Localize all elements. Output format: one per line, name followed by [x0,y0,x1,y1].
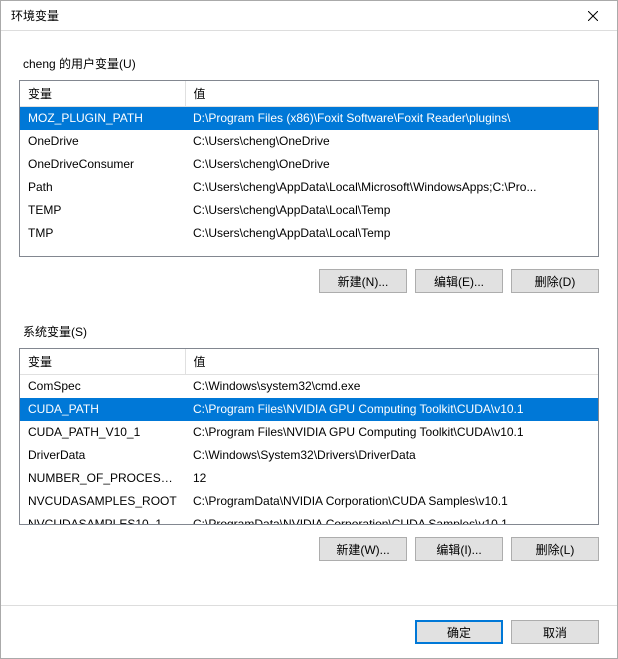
var-name-cell: NVCUDASAMPLES10_1_R... [20,513,185,524]
table-row[interactable]: TEMPC:\Users\cheng\AppData\Local\Temp [20,199,598,222]
var-name-cell: CUDA_PATH_V10_1 [20,421,185,444]
var-name-cell: OneDriveConsumer [20,153,185,176]
close-button[interactable] [570,2,615,30]
close-icon [588,11,598,21]
user-edit-button[interactable]: 编辑(E)... [415,269,503,293]
system-delete-button[interactable]: 删除(L) [511,537,599,561]
user-vars-scroll[interactable]: 变量 值 MOZ_PLUGIN_PATHD:\Program Files (x8… [20,81,598,256]
var-name-cell: DriverData [20,444,185,467]
col-header-val[interactable]: 值 [185,349,598,375]
var-name-cell: NUMBER_OF_PROCESSORS [20,467,185,490]
table-row[interactable]: NVCUDASAMPLES_ROOTC:\ProgramData\NVIDIA … [20,490,598,513]
table-header-row: 变量 值 [20,81,598,107]
var-name-cell: TEMP [20,199,185,222]
var-value-cell: C:\Program Files\NVIDIA GPU Computing To… [185,398,598,421]
var-value-cell: C:\Users\cheng\OneDrive [185,153,598,176]
var-name-cell: TMP [20,222,185,245]
var-name-cell: ComSpec [20,375,185,399]
var-value-cell: 12 [185,467,598,490]
system-vars-label: 系统变量(S) [23,323,599,340]
col-header-var[interactable]: 变量 [20,81,185,107]
table-row[interactable]: CUDA_PATHC:\Program Files\NVIDIA GPU Com… [20,398,598,421]
user-vars-label: cheng 的用户变量(U) [23,55,599,72]
col-header-var[interactable]: 变量 [20,349,185,375]
table-row[interactable]: NVCUDASAMPLES10_1_R...C:\ProgramData\NVI… [20,513,598,524]
system-vars-table-wrap: 变量 值 ComSpecC:\Windows\system32\cmd.exeC… [19,348,599,525]
col-header-val[interactable]: 值 [185,81,598,107]
user-vars-table-wrap: 变量 值 MOZ_PLUGIN_PATHD:\Program Files (x8… [19,80,599,257]
table-row[interactable]: ComSpecC:\Windows\system32\cmd.exe [20,375,598,399]
system-vars-table[interactable]: 变量 值 ComSpecC:\Windows\system32\cmd.exeC… [20,349,598,524]
ok-button[interactable]: 确定 [415,620,503,644]
system-edit-button[interactable]: 编辑(I)... [415,537,503,561]
var-value-cell: C:\Windows\system32\cmd.exe [185,375,598,399]
var-value-cell: C:\Users\cheng\AppData\Local\Microsoft\W… [185,176,598,199]
cancel-button[interactable]: 取消 [511,620,599,644]
user-vars-buttons: 新建(N)... 编辑(E)... 删除(D) [19,257,599,301]
var-name-cell: MOZ_PLUGIN_PATH [20,107,185,131]
var-value-cell: C:\Users\cheng\AppData\Local\Temp [185,199,598,222]
var-value-cell: C:\Program Files\NVIDIA GPU Computing To… [185,421,598,444]
var-name-cell: OneDrive [20,130,185,153]
user-new-button[interactable]: 新建(N)... [319,269,407,293]
table-row[interactable]: NUMBER_OF_PROCESSORS12 [20,467,598,490]
system-vars-section: 系统变量(S) 变量 值 ComSpecC:\Windows\system32\… [19,309,599,569]
user-vars-section: cheng 的用户变量(U) 变量 值 MOZ_PLUGIN_PATHD:\Pr… [19,41,599,301]
var-value-cell: C:\Windows\System32\Drivers\DriverData [185,444,598,467]
var-name-cell: CUDA_PATH [20,398,185,421]
var-value-cell: C:\ProgramData\NVIDIA Corporation\CUDA S… [185,513,598,524]
var-name-cell: NVCUDASAMPLES_ROOT [20,490,185,513]
system-vars-buttons: 新建(W)... 编辑(I)... 删除(L) [19,525,599,569]
table-header-row: 变量 值 [20,349,598,375]
table-row[interactable]: CUDA_PATH_V10_1C:\Program Files\NVIDIA G… [20,421,598,444]
dialog-footer: 确定 取消 [1,605,617,658]
var-value-cell: C:\ProgramData\NVIDIA Corporation\CUDA S… [185,490,598,513]
table-row[interactable]: DriverDataC:\Windows\System32\Drivers\Dr… [20,444,598,467]
env-vars-dialog: 环境变量 cheng 的用户变量(U) 变量 值 [0,0,618,659]
dialog-content: cheng 的用户变量(U) 变量 值 MOZ_PLUGIN_PATHD:\Pr… [1,31,617,605]
window-title: 环境变量 [11,7,570,24]
system-new-button[interactable]: 新建(W)... [319,537,407,561]
table-row[interactable]: PathC:\Users\cheng\AppData\Local\Microso… [20,176,598,199]
table-row[interactable]: OneDriveConsumerC:\Users\cheng\OneDrive [20,153,598,176]
titlebar: 环境变量 [1,1,617,31]
user-vars-table[interactable]: 变量 值 MOZ_PLUGIN_PATHD:\Program Files (x8… [20,81,598,245]
table-row[interactable]: MOZ_PLUGIN_PATHD:\Program Files (x86)\Fo… [20,107,598,131]
table-row[interactable]: TMPC:\Users\cheng\AppData\Local\Temp [20,222,598,245]
var-value-cell: C:\Users\cheng\AppData\Local\Temp [185,222,598,245]
user-delete-button[interactable]: 删除(D) [511,269,599,293]
var-value-cell: D:\Program Files (x86)\Foxit Software\Fo… [185,107,598,131]
var-name-cell: Path [20,176,185,199]
var-value-cell: C:\Users\cheng\OneDrive [185,130,598,153]
table-row[interactable]: OneDriveC:\Users\cheng\OneDrive [20,130,598,153]
system-vars-scroll[interactable]: 变量 值 ComSpecC:\Windows\system32\cmd.exeC… [20,349,598,524]
